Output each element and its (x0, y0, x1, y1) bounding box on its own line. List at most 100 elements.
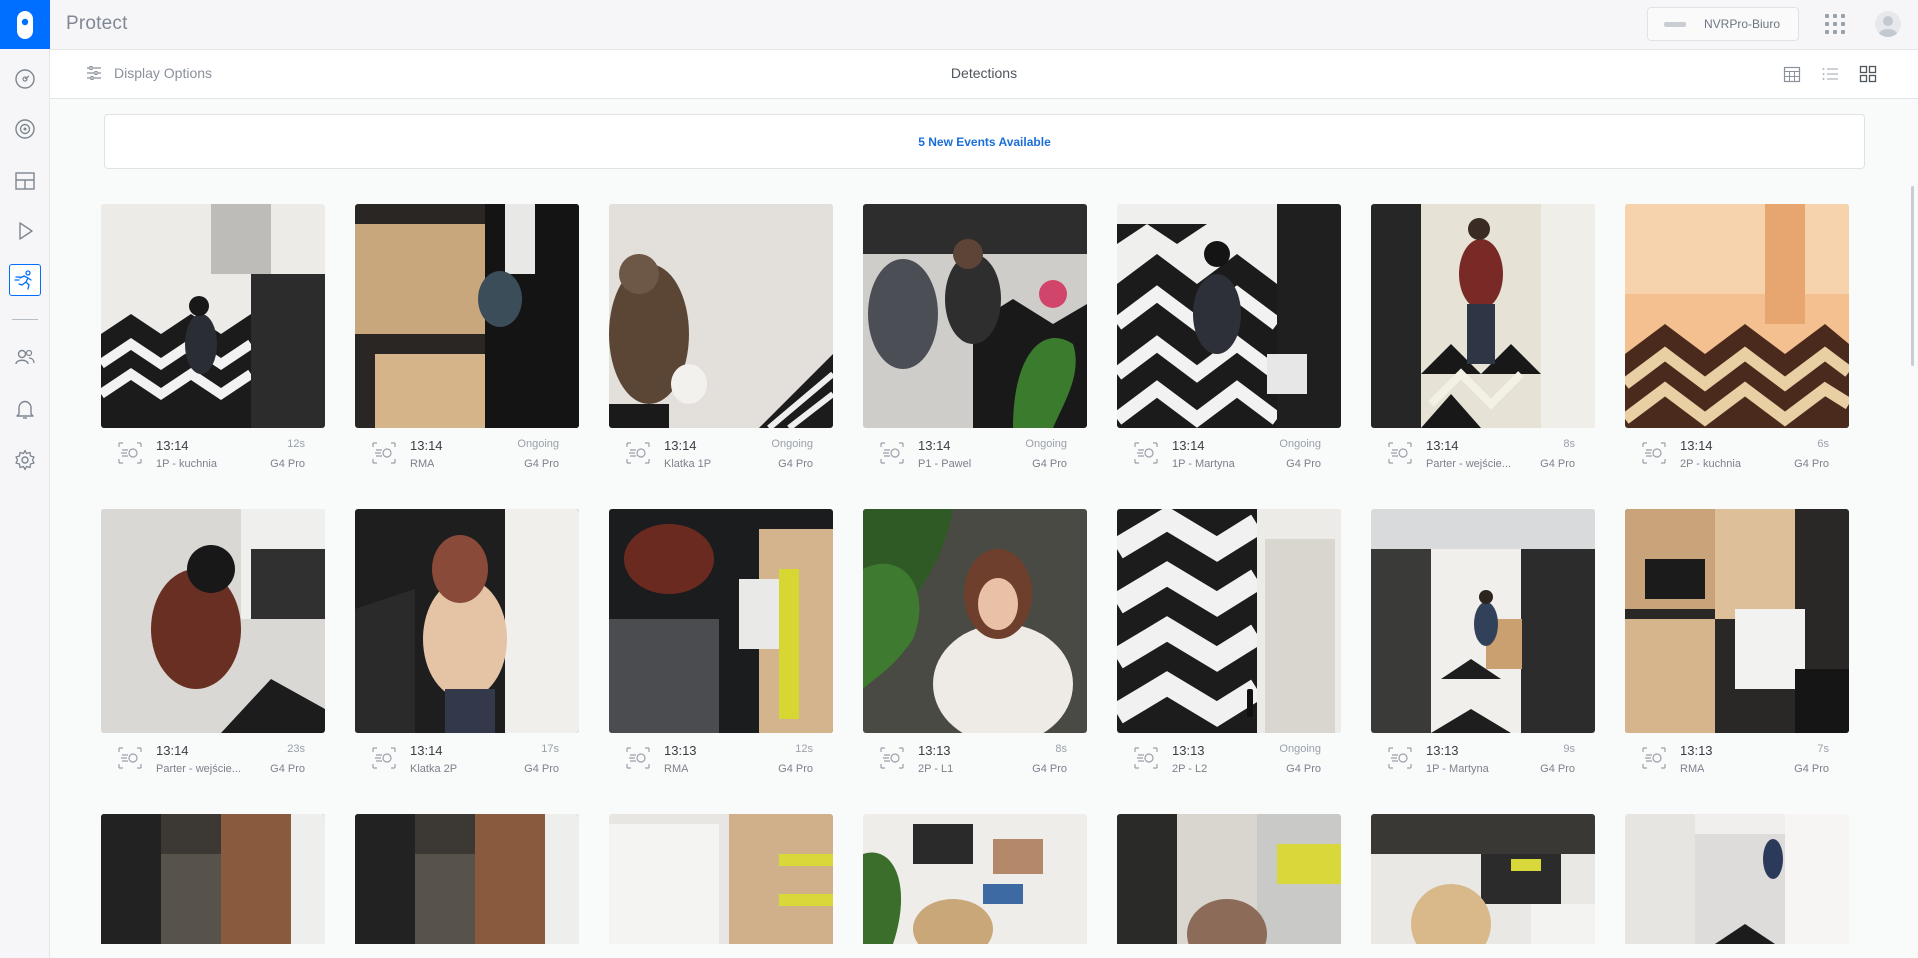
sidebar-divider (12, 319, 38, 320)
event-camera: 1P - kuchnia (156, 458, 217, 470)
event-camera-model: G4 Pro (778, 763, 813, 775)
event-camera-model: G4 Pro (1794, 458, 1829, 470)
event-card[interactable] (1371, 814, 1595, 944)
event-time: 13:14 (156, 743, 189, 758)
event-card[interactable]: 13:14 2P - kuchnia 6s G4 Pro (1625, 204, 1849, 486)
motion-detection-icon (1388, 442, 1412, 464)
calendar-icon (1783, 66, 1801, 83)
calendar-view-button[interactable] (1782, 64, 1802, 84)
sidebar-item-alerts[interactable] (9, 393, 41, 425)
event-meta: 13:13 1P - Martyna 9s G4 Pro (1371, 733, 1595, 783)
event-thumbnail (863, 814, 1087, 944)
event-camera: 2P - kuchnia (1680, 458, 1741, 470)
event-card[interactable]: 13:14 1P - Martyna Ongoing G4 Pro (1117, 204, 1341, 486)
motion-detection-icon (1642, 442, 1666, 464)
event-camera: 1P - Martyna (1172, 458, 1235, 470)
event-duration: 23s (287, 743, 305, 755)
motion-detection-icon (372, 747, 396, 769)
event-card[interactable]: 13:13 RMA 12s G4 Pro (609, 509, 833, 791)
sidebar-item-users[interactable] (9, 341, 41, 373)
new-events-text: 5 New Events Available (918, 134, 1051, 149)
event-card[interactable]: 13:14 P1 - Pawel Ongoing G4 Pro (863, 204, 1087, 486)
sidebar-item-settings[interactable] (9, 444, 41, 476)
event-card[interactable]: 13:14 Klatka 1P Ongoing G4 Pro (609, 204, 833, 486)
sidebar-item-timelines[interactable] (9, 215, 41, 247)
event-card[interactable]: 13:14 RMA Ongoing G4 Pro (355, 204, 579, 486)
event-card[interactable] (1117, 814, 1341, 944)
event-time: 13:13 (918, 743, 951, 758)
event-meta: 13:14 1P - Martyna Ongoing G4 Pro (1117, 428, 1341, 478)
event-camera-model: G4 Pro (270, 458, 305, 470)
camera-logo-icon (17, 10, 33, 39)
event-camera: 2P - L1 (918, 763, 954, 775)
grid-icon (1859, 65, 1877, 83)
event-card[interactable]: 13:13 RMA 7s G4 Pro (1625, 509, 1849, 791)
event-camera: RMA (410, 458, 435, 470)
event-card[interactable]: 13:14 Parter - wejście... 8s G4 Pro (1371, 204, 1595, 486)
event-time: 13:14 (664, 438, 697, 453)
event-thumbnail (1625, 814, 1849, 944)
event-camera-model: G4 Pro (1540, 458, 1575, 470)
sidebar-item-devices[interactable] (9, 113, 41, 145)
event-card[interactable]: 13:13 1P - Martyna 9s G4 Pro (1371, 509, 1595, 791)
event-camera-model: G4 Pro (1794, 763, 1829, 775)
top-bar: Protect NVRPro-Biuro (50, 0, 1918, 50)
event-duration: Ongoing (1279, 743, 1321, 755)
event-thumbnail (1117, 814, 1341, 944)
event-duration: 8s (1563, 438, 1575, 450)
event-duration: 6s (1817, 438, 1829, 450)
user-avatar[interactable] (1875, 11, 1901, 37)
event-camera: 1P - Martyna (1426, 763, 1489, 775)
nvr-name: NVRPro-Biuro (1704, 17, 1781, 31)
event-duration: Ongoing (1279, 438, 1321, 450)
event-meta: 13:14 Parter - wejście... 23s G4 Pro (101, 733, 325, 783)
event-thumbnail (609, 814, 833, 944)
sub-header: Display Options Detections (50, 50, 1918, 99)
event-duration: Ongoing (517, 438, 559, 450)
event-card[interactable] (863, 814, 1087, 944)
sidebar-item-liveview[interactable] (9, 165, 41, 197)
event-card[interactable]: 13:14 Parter - wejście... 23s G4 Pro (101, 509, 325, 791)
nvr-device-icon (1664, 21, 1686, 27)
motion-detection-icon (880, 747, 904, 769)
protect-logo[interactable] (0, 0, 50, 49)
event-time: 13:14 (410, 743, 443, 758)
apps-grid-icon[interactable] (1825, 14, 1845, 34)
users-icon (15, 349, 35, 365)
event-camera-model: G4 Pro (524, 763, 559, 775)
event-card[interactable] (1625, 814, 1849, 944)
event-meta: 13:13 RMA 12s G4 Pro (609, 733, 833, 783)
event-card[interactable] (355, 814, 579, 944)
motion-detection-icon (880, 442, 904, 464)
event-card[interactable] (609, 814, 833, 944)
event-thumbnail (1625, 204, 1849, 428)
event-card[interactable]: 13:14 1P - kuchnia 12s G4 Pro (101, 204, 325, 486)
event-meta: 13:13 RMA 7s G4 Pro (1625, 733, 1849, 783)
event-meta: 13:14 P1 - Pawel Ongoing G4 Pro (863, 428, 1087, 478)
event-card[interactable]: 13:14 Klatka 2P 17s G4 Pro (355, 509, 579, 791)
motion-detection-icon (372, 442, 396, 464)
event-meta: 13:14 Klatka 2P 17s G4 Pro (355, 733, 579, 783)
motion-detection-icon (626, 442, 650, 464)
event-card[interactable] (101, 814, 325, 944)
event-time: 13:14 (1426, 438, 1459, 453)
event-duration: 12s (795, 743, 813, 755)
event-camera-model: G4 Pro (1540, 763, 1575, 775)
app-title: Protect (66, 13, 128, 34)
event-thumbnail (1371, 509, 1595, 733)
motion-detection-icon (1388, 747, 1412, 769)
new-events-banner[interactable]: 5 New Events Available (104, 114, 1865, 169)
event-card[interactable]: 13:13 2P - L1 8s G4 Pro (863, 509, 1087, 791)
sidebar-item-dashboard[interactable] (9, 63, 41, 95)
scrollbar-thumb[interactable] (1911, 186, 1914, 366)
event-time: 13:13 (664, 743, 697, 758)
nvr-selector[interactable]: NVRPro-Biuro (1647, 7, 1799, 41)
sidebar-item-detections[interactable] (9, 264, 41, 296)
event-thumbnail (101, 814, 325, 944)
grid-view-button[interactable] (1858, 64, 1878, 84)
event-card[interactable]: 13:13 2P - L2 Ongoing G4 Pro (1117, 509, 1341, 791)
event-time: 13:13 (1426, 743, 1459, 758)
event-camera: Klatka 2P (410, 763, 458, 775)
event-camera-model: G4 Pro (778, 458, 813, 470)
list-view-button[interactable] (1820, 64, 1840, 84)
